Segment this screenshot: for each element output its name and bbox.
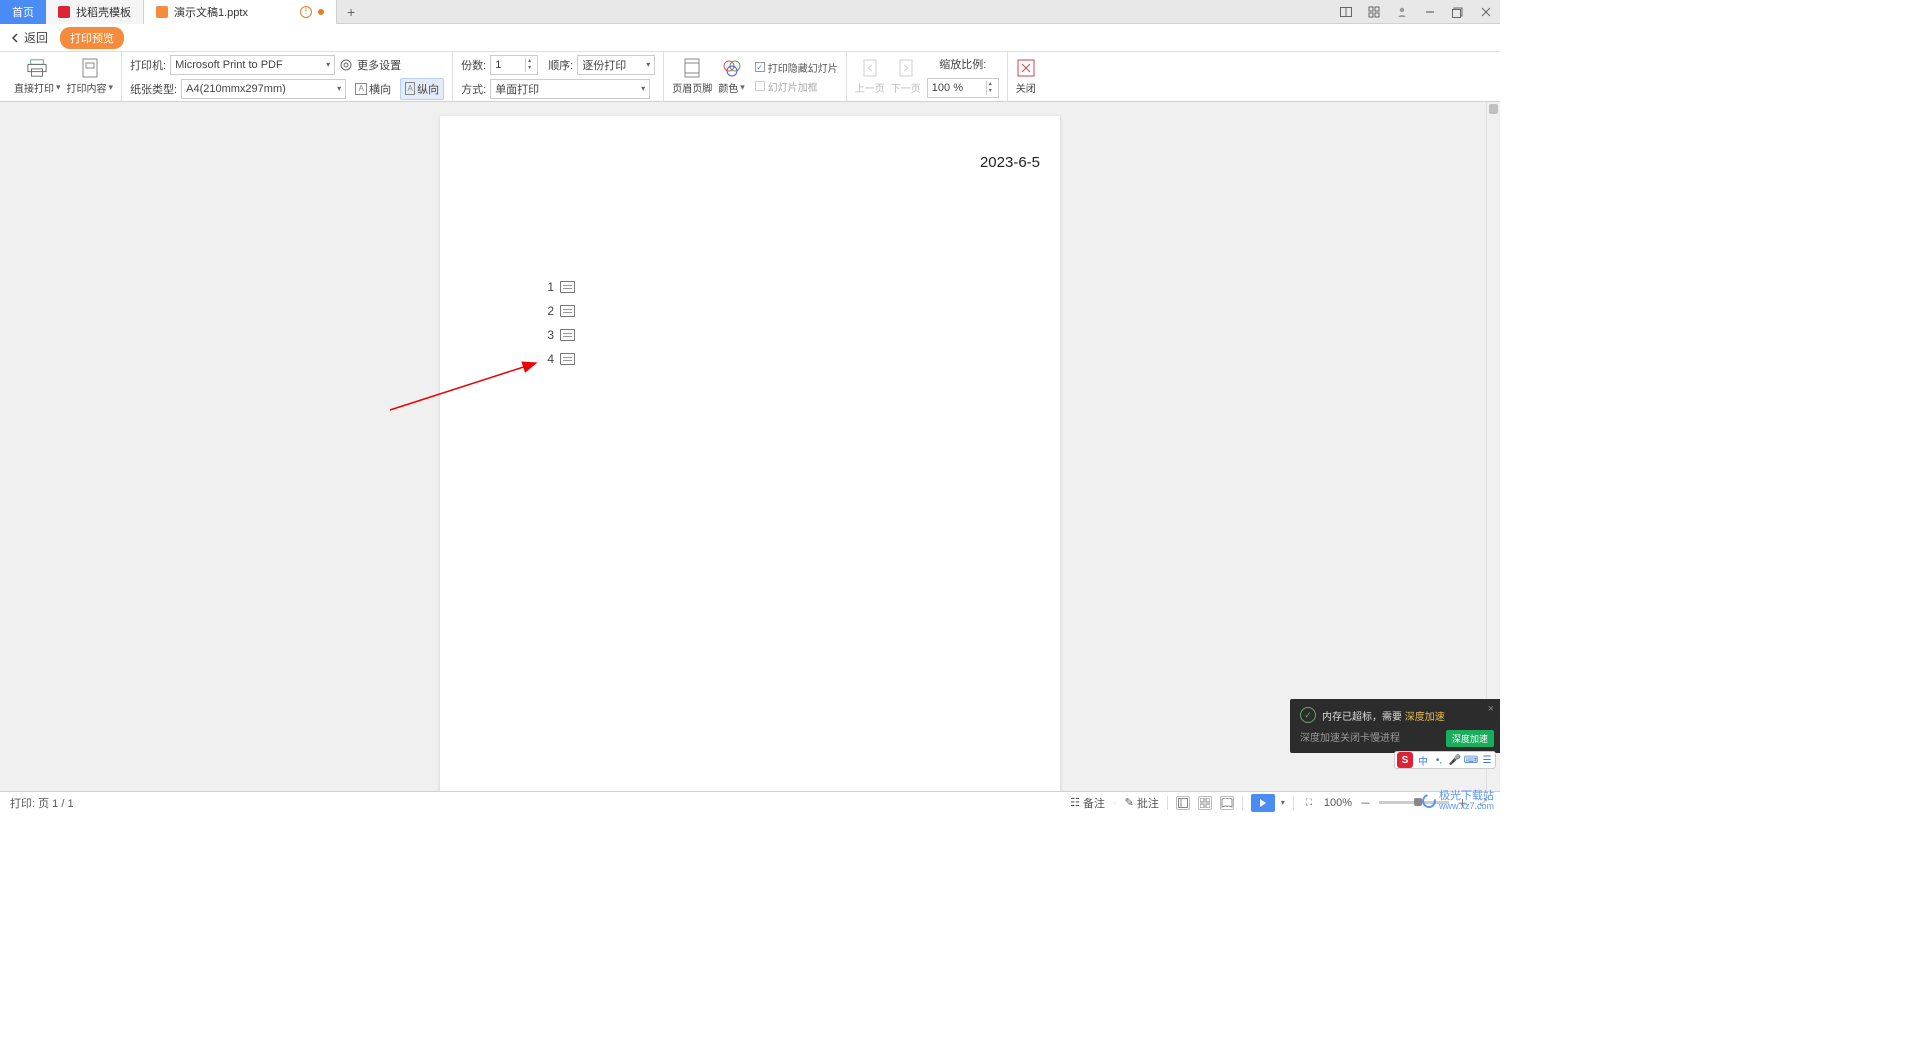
order-label: 顺序: <box>548 57 573 73</box>
ime-keyboard-icon[interactable]: ⌨ <box>1463 755 1479 766</box>
slideshow-button[interactable] <box>1251 794 1275 812</box>
copies-input[interactable]: 1▴▾ <box>490 55 538 75</box>
page-info: 打印: 页 1 / 1 <box>10 795 74 811</box>
paper-label: 纸张类型: <box>130 81 177 97</box>
printer-select[interactable]: Microsoft Print to PDF▾ <box>170 55 335 75</box>
notes-icon: ☷ <box>1070 796 1080 809</box>
page-preview: 2023-6-5 1 2 3 4 <box>440 116 1060 791</box>
gear-icon <box>339 58 353 72</box>
comments-icon: ✎ <box>1125 796 1134 809</box>
ime-lang[interactable]: 中 <box>1415 753 1431 768</box>
header-footer-icon <box>682 58 702 78</box>
view-sorter-icon[interactable] <box>1198 796 1212 810</box>
next-page-button: 下一页 <box>891 58 921 95</box>
color-button[interactable]: 颜色▾ <box>718 58 745 95</box>
tab-label: 找稻壳模板 <box>76 4 131 20</box>
back-button[interactable]: 返回 <box>10 29 48 46</box>
window-controls <box>1332 0 1500 24</box>
mode-label: 方式: <box>461 81 486 97</box>
apps-icon[interactable] <box>1360 0 1388 24</box>
print-content-button[interactable]: 打印内容▾ <box>67 58 114 95</box>
back-label: 返回 <box>24 29 48 46</box>
close-button[interactable] <box>1472 0 1500 24</box>
printer-label: 打印机: <box>130 57 166 73</box>
comments-button[interactable]: ✎批注 <box>1125 795 1159 811</box>
shield-icon: ✓ <box>1300 707 1316 723</box>
slide-thumb-icon <box>560 281 575 293</box>
hide-slides-checkbox[interactable]: ✓打印隐藏幻灯片 <box>755 60 838 75</box>
zoom-value: 100% <box>1324 797 1352 809</box>
fit-icon[interactable]: ⛶ <box>1302 796 1316 810</box>
zoom-out-button[interactable]: － <box>1360 795 1371 811</box>
direct-print-button[interactable]: 直接打印▾ <box>14 58 61 95</box>
outline-item: 2 <box>544 304 575 318</box>
slide-thumb-icon <box>560 329 575 341</box>
slide-thumb-icon <box>560 305 575 317</box>
vertical-scrollbar[interactable] <box>1486 102 1500 791</box>
print-preview-badge: 打印预览 <box>60 27 124 49</box>
close-preview-button[interactable]: 关闭 <box>1016 58 1036 95</box>
outline-item: 4 <box>544 352 575 366</box>
more-settings-button[interactable]: 更多设置 <box>357 57 401 73</box>
slide-thumb-icon <box>560 353 575 365</box>
tab-bar: 首页 找稻壳模板 演示文稿1.pptx ! + <box>0 0 1500 24</box>
printer-icon <box>27 58 47 78</box>
color-icon <box>722 58 742 78</box>
ime-punct-icon[interactable]: •, <box>1431 755 1447 766</box>
slideshow-dropdown[interactable]: ▾ <box>1281 798 1285 807</box>
templates-icon <box>58 6 70 18</box>
slide-frame-checkbox: 幻灯片加框 <box>755 79 838 94</box>
status-bar: 打印: 页 1 / 1 ☷备注 · ✎批注 ▾ ⛶ 100% － ＋ ⤢ 极光下… <box>0 791 1500 813</box>
outline-item: 1 <box>544 280 575 294</box>
minimize-button[interactable] <box>1416 0 1444 24</box>
user-icon[interactable] <box>1388 0 1416 24</box>
page-date: 2023-6-5 <box>980 154 1040 171</box>
notification-title: 内存已超标，需要 深度加速 <box>1322 708 1445 723</box>
page-icon <box>80 58 100 78</box>
header-footer-button[interactable]: 页眉页脚 <box>672 58 712 95</box>
maximize-button[interactable] <box>1444 0 1472 24</box>
tab-home[interactable]: 首页 <box>0 0 46 24</box>
new-tab-button[interactable]: + <box>337 4 365 20</box>
sub-bar: 返回 打印预览 <box>0 24 1500 52</box>
watermark: 极光下载站 www.xz7.com <box>1422 791 1494 811</box>
paper-select[interactable]: A4(210mmx297mm)▾ <box>181 79 346 99</box>
ribbon: 直接打印▾ 打印内容▾ 打印机: Microsoft Print to PDF▾… <box>0 52 1500 102</box>
portrait-button[interactable]: A纵向 <box>400 78 444 100</box>
notes-button[interactable]: ☷备注 <box>1070 795 1105 811</box>
prev-page-button: 上一页 <box>855 58 885 95</box>
tab-current[interactable]: 演示文稿1.pptx ! <box>144 0 337 24</box>
close-icon <box>1016 58 1036 78</box>
ime-logo-icon: S <box>1397 752 1413 768</box>
presentation-icon <box>156 6 168 18</box>
order-select[interactable]: 逐份打印▾ <box>577 55 655 75</box>
zoom-select[interactable]: 100 %▴▾ <box>927 78 999 98</box>
ime-settings-icon[interactable]: ☰ <box>1479 755 1495 766</box>
zoom-label: 缩放比例: <box>939 56 986 72</box>
tab-label: 演示文稿1.pptx <box>174 4 248 20</box>
warning-icon: ! <box>300 6 312 18</box>
view-normal-icon[interactable] <box>1176 796 1190 810</box>
outline-list: 1 2 3 4 <box>544 280 575 376</box>
copies-label: 份数: <box>461 57 486 73</box>
mode-select[interactable]: 单面打印▾ <box>490 79 650 99</box>
outline-item: 3 <box>544 328 575 342</box>
tab-templates[interactable]: 找稻壳模板 <box>46 0 144 24</box>
landscape-button[interactable]: A横向 <box>350 78 396 100</box>
prev-page-icon <box>860 58 880 78</box>
ime-bar[interactable]: S 中 •, 🎤 ⌨ ☰ <box>1394 751 1496 769</box>
chevron-left-icon <box>10 33 20 43</box>
notification-action-button[interactable]: 深度加速 <box>1446 730 1494 747</box>
memory-notification: × ✓ 内存已超标，需要 深度加速 深度加速关闭卡慢进程 深度加速 <box>1290 699 1500 753</box>
watermark-logo-icon <box>1419 791 1438 810</box>
layout-icon[interactable] <box>1332 0 1360 24</box>
preview-canvas: 2023-6-5 1 2 3 4 × ✓ 内存已超标，需要 深度加速 深度加速关… <box>0 102 1500 791</box>
unsaved-dot <box>318 9 324 15</box>
view-reading-icon[interactable] <box>1220 796 1234 810</box>
next-page-icon <box>896 58 916 78</box>
ime-mic-icon[interactable]: 🎤 <box>1447 755 1463 766</box>
notification-close-button[interactable]: × <box>1488 703 1494 715</box>
